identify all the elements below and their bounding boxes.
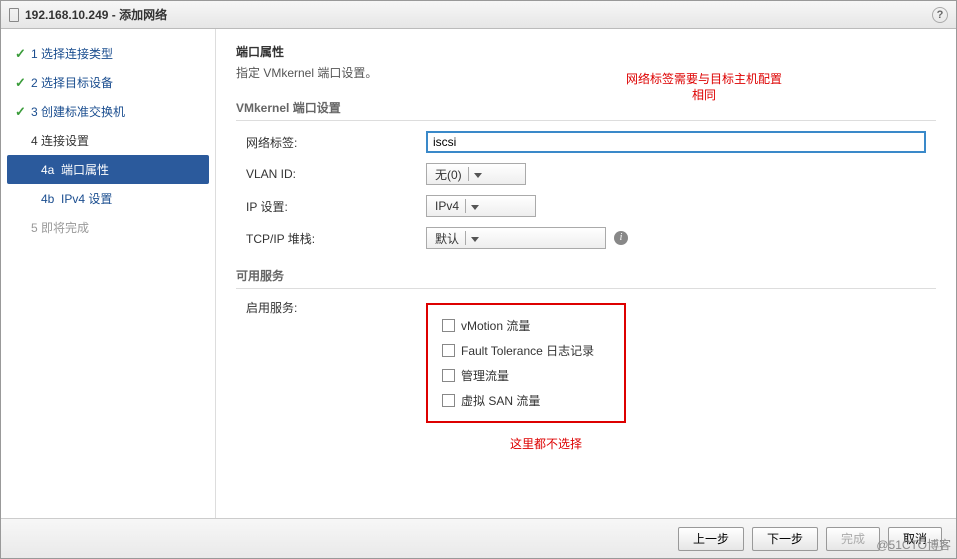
service-vmotion[interactable]: vMotion 流量 [442,317,610,334]
cancel-button[interactable]: 取消 [888,527,942,551]
next-button[interactable]: 下一步 [752,527,818,551]
services-annotation-box: vMotion 流量 Fault Tolerance 日志记录 管理流量 [426,303,626,423]
page-title: 端口属性 [236,43,936,60]
dialog-footer: 上一步 下一步 完成 取消 [1,518,956,558]
step-1[interactable]: ✓ 1 选择连接类型 [1,39,215,68]
tcpip-label: TCP/IP 堆栈: [236,230,426,247]
ip-dropdown[interactable]: IPv4 [426,195,536,217]
check-icon: ✓ [15,104,31,120]
dialog-titlebar: 192.168.10.249 - 添加网络 ? [1,1,956,29]
wizard-sidebar: ✓ 1 选择连接类型 ✓ 2 选择目标设备 ✓ 3 创建标准交换机 4 连接设置… [1,29,216,518]
chevron-down-icon [471,205,479,210]
checkbox-icon[interactable] [442,344,455,357]
vlan-dropdown[interactable]: 无(0) [426,163,526,185]
finish-button: 完成 [826,527,880,551]
section-port-settings: VMkernel 端口设置 [236,99,936,121]
chevron-down-icon [471,237,479,242]
check-icon: ✓ [15,75,31,91]
service-vsan[interactable]: 虚拟 SAN 流量 [442,392,610,409]
service-mgmt[interactable]: 管理流量 [442,367,610,384]
substep-4a[interactable]: 4a 端口属性 [7,155,209,184]
chevron-down-icon [474,173,482,178]
enable-services-label: 启用服务: [236,299,426,316]
check-icon: ✓ [15,46,31,62]
info-icon[interactable]: i [614,231,628,245]
annotation-bottom: 这里都不选择 [466,435,626,452]
help-icon[interactable]: ? [932,7,948,23]
network-label-label: 网络标签: [236,134,426,151]
checkbox-icon[interactable] [442,369,455,382]
service-ft[interactable]: Fault Tolerance 日志记录 [442,342,610,359]
checkbox-icon[interactable] [442,319,455,332]
section-services: 可用服务 [236,267,936,289]
annotation-top: 网络标签需要与目标主机配置 相同 [626,71,782,103]
wizard-content: 端口属性 指定 VMkernel 端口设置。 网络标签需要与目标主机配置 相同 … [216,29,956,518]
back-button[interactable]: 上一步 [678,527,744,551]
checkbox-icon[interactable] [442,394,455,407]
dialog-title: 192.168.10.249 - 添加网络 [25,6,167,23]
step-4: 4 连接设置 [1,126,215,155]
page-subtitle: 指定 VMkernel 端口设置。 [236,64,936,81]
step-2[interactable]: ✓ 2 选择目标设备 [1,68,215,97]
vlan-label: VLAN ID: [236,167,426,181]
substep-4b[interactable]: 4b IPv4 设置 [1,184,215,213]
step-5: 5 即将完成 [1,213,215,242]
ip-label: IP 设置: [236,198,426,215]
host-icon [9,8,19,22]
network-label-input[interactable] [426,131,926,153]
tcpip-dropdown[interactable]: 默认 [426,227,606,249]
step-3[interactable]: ✓ 3 创建标准交换机 [1,97,215,126]
